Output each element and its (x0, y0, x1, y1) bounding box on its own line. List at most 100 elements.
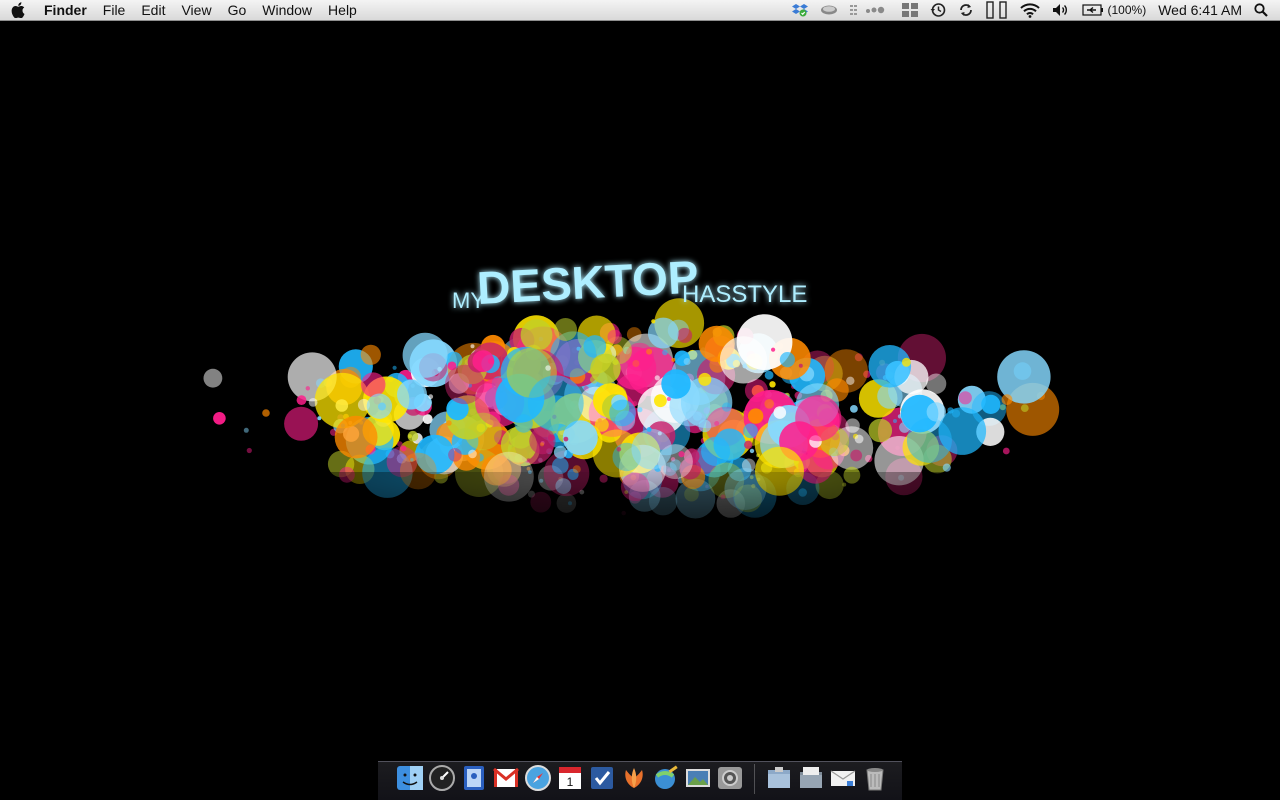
bokeh-dot (590, 353, 621, 384)
bokeh-dot (646, 427, 652, 432)
bokeh-dot (607, 329, 622, 344)
bokeh-dot (719, 336, 768, 384)
bokeh-dot (779, 352, 796, 368)
bokeh-dot (545, 365, 551, 371)
bokeh-dot (654, 394, 667, 408)
bokeh-dot (631, 428, 672, 470)
bokeh-dot (662, 349, 668, 356)
ical-icon[interactable]: 1 (554, 762, 586, 794)
network-icon[interactable] (650, 762, 682, 794)
battery-icon[interactable]: (100%) (1081, 0, 1147, 21)
bokeh-dot (713, 428, 746, 461)
menu-help[interactable]: Help (320, 0, 365, 21)
bokeh-dot (698, 372, 712, 386)
bokeh-dot (722, 402, 732, 412)
growl-icon[interactable] (618, 762, 650, 794)
bokeh-dot (901, 357, 911, 367)
address-book-icon[interactable] (458, 762, 490, 794)
bokeh-dot (397, 441, 403, 447)
bokeh-dot (671, 357, 676, 362)
desktop-wallpaper: MY DESKTOP HASSTYLE (0, 22, 1280, 800)
bokeh-dot (203, 368, 223, 388)
trash-icon[interactable] (859, 762, 891, 794)
bokeh-dot (854, 434, 864, 444)
bokeh-dot (594, 417, 609, 432)
menu-bar: Finder File Edit View Go Window Help (10… (0, 0, 1280, 21)
bokeh-dot (846, 376, 855, 385)
iphoto-icon[interactable] (682, 762, 714, 794)
bokeh-dot (926, 402, 946, 422)
dashboard-icon[interactable] (426, 762, 458, 794)
dock-separator (754, 764, 755, 794)
bokeh-dot (764, 399, 774, 409)
bokeh-dot (764, 370, 774, 380)
system-preferences-icon[interactable] (714, 762, 746, 794)
bokeh-dot (243, 427, 249, 433)
bokeh-dot (317, 416, 322, 421)
menu-go[interactable]: Go (220, 0, 255, 21)
spotlight-search-icon[interactable] (1254, 0, 1268, 21)
bokeh-dot (514, 414, 533, 433)
menu-finder[interactable]: Finder (36, 0, 95, 21)
bokeh-dot (392, 365, 397, 370)
menu-clock[interactable]: Wed 6:41 AM (1158, 0, 1242, 21)
bokeh-dot (407, 430, 419, 442)
bokeh-dot (769, 381, 776, 388)
apple-menu-icon[interactable] (0, 0, 36, 20)
bokeh-dot (468, 449, 477, 459)
bokeh-dot (609, 399, 636, 427)
bokeh-dot (637, 407, 643, 413)
bokeh-dot (334, 415, 378, 459)
bokeh-dot (529, 427, 556, 455)
volume-icon[interactable] (1052, 0, 1070, 21)
bokeh-dot (654, 375, 660, 381)
time-machine-icon[interactable] (930, 0, 946, 21)
bokeh-dot (539, 442, 545, 447)
omnifocus-icon[interactable] (586, 762, 618, 794)
bokeh-dot (958, 391, 972, 405)
bokeh-dot (464, 412, 502, 451)
gmail-icon[interactable] (490, 762, 522, 794)
documents-stack-icon[interactable] (795, 762, 827, 794)
bokeh-dot (554, 318, 577, 341)
dropbox-icon[interactable] (791, 0, 808, 21)
bluetooth-battery-icon[interactable] (985, 0, 1008, 21)
bokeh-dot (850, 405, 858, 413)
bokeh-dot (677, 327, 693, 343)
menu-file[interactable]: File (95, 0, 134, 21)
bokeh-artwork: MY DESKTOP HASSTYLE (150, 250, 1130, 592)
time-capsule-icon[interactable] (820, 0, 838, 21)
bokeh-dot (616, 447, 622, 452)
menu-view[interactable]: View (173, 0, 219, 21)
bokeh-dot (1001, 394, 1013, 405)
spaces-icon[interactable] (901, 0, 918, 21)
bokeh-dot (213, 412, 226, 425)
battery-percent: (100%) (1107, 2, 1147, 17)
menu-edit[interactable]: Edit (133, 0, 173, 21)
bokeh-dot (714, 421, 720, 426)
activity-monitor-icon[interactable] (849, 0, 890, 21)
bokeh-dot (798, 363, 803, 368)
bokeh-dot (824, 349, 868, 393)
bokeh-dot (520, 319, 553, 351)
applications-stack-icon[interactable] (763, 762, 795, 794)
bokeh-dot (743, 423, 758, 439)
bokeh-dot (284, 406, 319, 441)
mail-stack-icon[interactable] (827, 762, 859, 794)
bokeh-dot (397, 379, 427, 410)
bokeh-dot (470, 344, 475, 349)
menu-window[interactable]: Window (254, 0, 320, 21)
bokeh-dot (683, 358, 691, 365)
bokeh-dot (850, 449, 863, 462)
bokeh-dot (305, 386, 310, 391)
safari-icon[interactable] (522, 762, 554, 794)
bokeh-dot (773, 406, 787, 419)
bokeh-dot (428, 394, 434, 400)
wifi-icon[interactable] (1019, 0, 1040, 21)
bokeh-dot (366, 393, 393, 419)
bokeh-dot (360, 344, 381, 365)
svg-text:1: 1 (567, 775, 574, 789)
sync-icon[interactable] (958, 0, 974, 21)
finder-icon[interactable] (394, 762, 426, 794)
reflection-fade (150, 472, 1130, 592)
